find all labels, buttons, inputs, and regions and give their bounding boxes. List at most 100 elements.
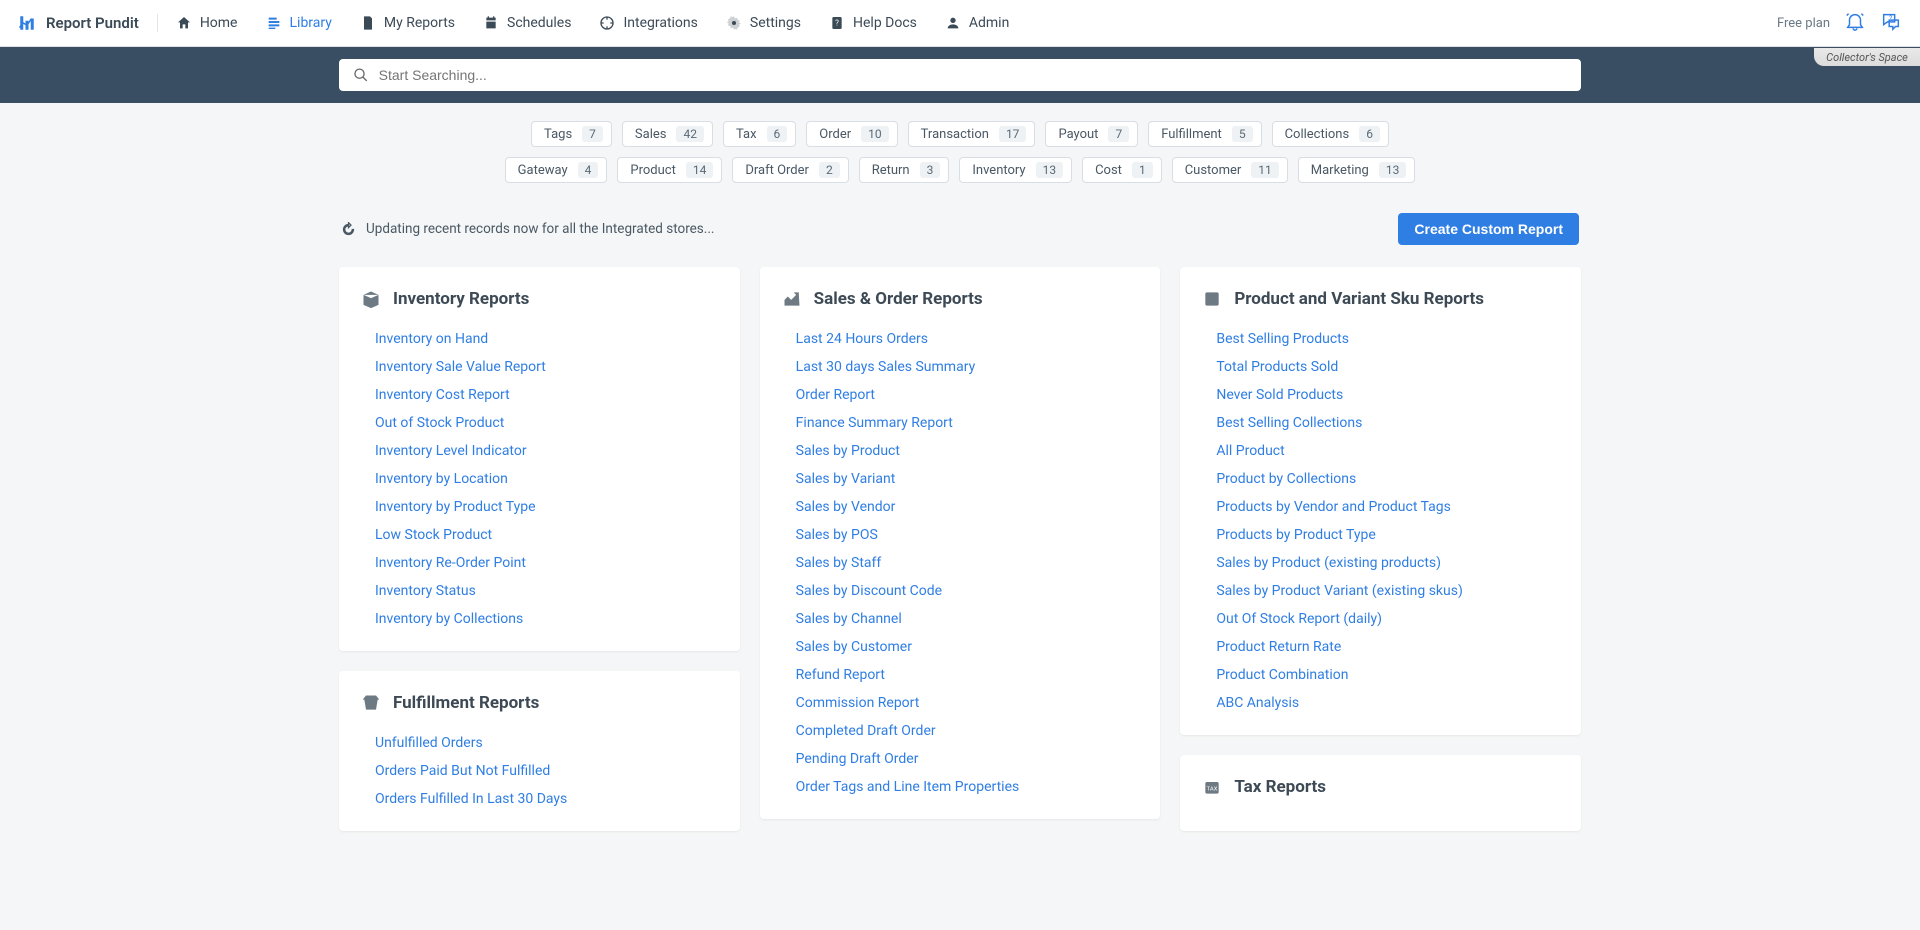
filter-chip-label: Fulfillment <box>1161 127 1222 142</box>
report-link[interactable]: Inventory Status <box>375 577 718 605</box>
report-link[interactable]: ABC Analysis <box>1216 689 1559 717</box>
report-link[interactable]: Best Selling Collections <box>1216 409 1559 437</box>
report-link[interactable]: Never Sold Products <box>1216 381 1559 409</box>
fulfillment-card-title: Fulfillment Reports <box>393 693 539 713</box>
report-link[interactable]: Last 30 days Sales Summary <box>796 353 1139 381</box>
report-link[interactable]: Product Return Rate <box>1216 633 1559 661</box>
library-icon <box>266 15 282 31</box>
nav-settings[interactable]: Settings <box>726 15 801 31</box>
nav-my-reports[interactable]: My Reports <box>360 15 455 31</box>
filter-chip-count: 3 <box>920 162 941 178</box>
report-link[interactable]: Sales by POS <box>796 521 1139 549</box>
filter-chip-marketing[interactable]: Marketing13 <box>1298 157 1416 183</box>
report-link[interactable]: Sales by Channel <box>796 605 1139 633</box>
brand[interactable]: Report Pundit <box>18 14 158 32</box>
filter-chip-sales[interactable]: Sales42 <box>622 121 713 147</box>
filter-chip-customer[interactable]: Customer11 <box>1172 157 1288 183</box>
filter-chip-count: 42 <box>676 126 704 142</box>
nav-admin-label: Admin <box>969 15 1009 31</box>
report-link[interactable]: Products by Vendor and Product Tags <box>1216 493 1559 521</box>
create-custom-report-button[interactable]: Create Custom Report <box>1398 213 1579 245</box>
report-link[interactable]: Orders Paid But Not Fulfilled <box>375 757 718 785</box>
filter-chip-label: Draft Order <box>745 163 809 178</box>
filter-chip-inventory[interactable]: Inventory13 <box>959 157 1072 183</box>
filter-chip-collections[interactable]: Collections6 <box>1272 121 1389 147</box>
report-link[interactable]: Inventory Sale Value Report <box>375 353 718 381</box>
home-icon <box>176 15 192 31</box>
report-link[interactable]: Sales by Product (existing products) <box>1216 549 1559 577</box>
report-link[interactable]: Inventory Re-Order Point <box>375 549 718 577</box>
report-link[interactable]: Product Combination <box>1216 661 1559 689</box>
report-link[interactable]: Completed Draft Order <box>796 717 1139 745</box>
report-link[interactable]: Sales by Discount Code <box>796 577 1139 605</box>
filter-chip-payout[interactable]: Payout 7 <box>1045 121 1138 147</box>
report-link[interactable]: Orders Fulfilled In Last 30 Days <box>375 785 718 813</box>
report-link[interactable]: Products by Product Type <box>1216 521 1559 549</box>
filter-chip-label: Return <box>872 163 910 178</box>
report-link[interactable]: Unfulfilled Orders <box>375 729 718 757</box>
filter-chip-product[interactable]: Product14 <box>617 157 722 183</box>
report-link[interactable]: All Product <box>1216 437 1559 465</box>
report-link[interactable]: Sales by Staff <box>796 549 1139 577</box>
nav-schedules[interactable]: Schedules <box>483 15 571 31</box>
filter-chip-order[interactable]: Order10 <box>806 121 897 147</box>
svg-text:?: ? <box>1889 14 1892 22</box>
brand-name: Report Pundit <box>46 14 139 32</box>
sync-status: Updating recent records now for all the … <box>341 221 714 237</box>
filter-chip-tax[interactable]: Tax6 <box>723 121 796 147</box>
filter-chip-count: 1 <box>1132 162 1153 178</box>
report-link[interactable]: Out of Stock Product <box>375 409 718 437</box>
filter-chip-label: Payout <box>1058 127 1098 142</box>
filter-chip-count: 10 <box>861 126 889 142</box>
inventory-icon <box>361 289 381 309</box>
nav-library[interactable]: Library <box>266 15 332 31</box>
report-link[interactable]: Low Stock Product <box>375 521 718 549</box>
nav-my-reports-label: My Reports <box>384 15 455 31</box>
product-icon <box>1202 289 1222 309</box>
report-link[interactable]: Order Report <box>796 381 1139 409</box>
nav-home[interactable]: Home <box>176 15 238 31</box>
filter-chip-label: Gateway <box>518 163 568 178</box>
filter-chip-cost[interactable]: Cost1 <box>1082 157 1162 183</box>
chat-button[interactable]: ? <box>1880 10 1902 36</box>
nav-integrations[interactable]: Integrations <box>599 15 697 31</box>
report-link[interactable]: Sales by Product Variant (existing skus) <box>1216 577 1559 605</box>
nav-admin[interactable]: Admin <box>945 15 1009 31</box>
report-link[interactable]: Sales by Variant <box>796 465 1139 493</box>
report-link[interactable]: Total Products Sold <box>1216 353 1559 381</box>
report-link[interactable]: Finance Summary Report <box>796 409 1139 437</box>
report-link[interactable]: Sales by Vendor <box>796 493 1139 521</box>
report-link[interactable]: Product by Collections <box>1216 465 1559 493</box>
report-link[interactable]: Inventory Level Indicator <box>375 437 718 465</box>
report-link[interactable]: Inventory by Collections <box>375 605 718 633</box>
filter-chip-tags[interactable]: Tags7 <box>531 121 612 147</box>
report-link[interactable]: Refund Report <box>796 661 1139 689</box>
report-link[interactable]: Inventory on Hand <box>375 325 718 353</box>
report-link[interactable]: Sales by Customer <box>796 633 1139 661</box>
admin-icon <box>945 15 961 31</box>
filter-chip-return[interactable]: Return 3 <box>859 157 950 183</box>
report-link[interactable]: Inventory Cost Report <box>375 381 718 409</box>
report-link[interactable]: Commission Report <box>796 689 1139 717</box>
filter-chip-draft-order[interactable]: Draft Order2 <box>732 157 848 183</box>
filter-chip-fulfillment[interactable]: Fulfillment5 <box>1148 121 1261 147</box>
nav-help-docs[interactable]: ? Help Docs <box>829 15 917 31</box>
filter-chip-count: 4 <box>578 162 599 178</box>
search-input[interactable] <box>379 67 1567 83</box>
report-link[interactable]: Pending Draft Order <box>796 745 1139 773</box>
report-link[interactable]: Order Tags and Line Item Properties <box>796 773 1139 801</box>
nav-help-docs-label: Help Docs <box>853 15 917 31</box>
notifications-button[interactable] <box>1844 10 1866 36</box>
nav-settings-label: Settings <box>750 15 801 31</box>
report-link[interactable]: Inventory by Location <box>375 465 718 493</box>
filter-chip-gateway[interactable]: Gateway 4 <box>505 157 608 183</box>
report-link[interactable]: Last 24 Hours Orders <box>796 325 1139 353</box>
filter-chip-count: 7 <box>1108 126 1129 142</box>
report-link[interactable]: Best Selling Products <box>1216 325 1559 353</box>
store-badge: Collector's Space <box>1814 48 1920 66</box>
report-link[interactable]: Sales by Product <box>796 437 1139 465</box>
report-link[interactable]: Out Of Stock Report (daily) <box>1216 605 1559 633</box>
filter-chip-transaction[interactable]: Transaction17 <box>908 121 1036 147</box>
report-link[interactable]: Inventory by Product Type <box>375 493 718 521</box>
search-bar[interactable] <box>339 59 1581 91</box>
